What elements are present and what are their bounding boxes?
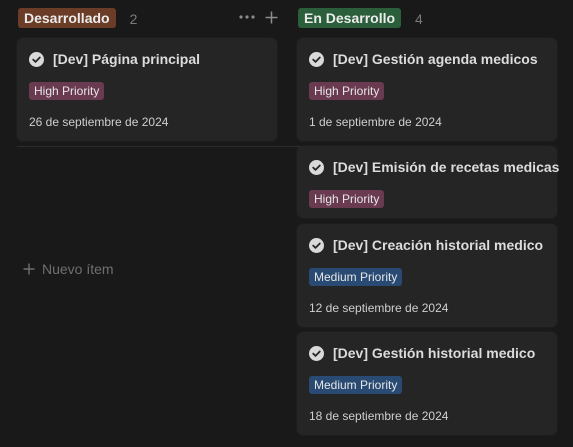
card-emision-recetas[interactable]: [Dev] Emisión de recetas medicas High Pr…: [297, 146, 559, 218]
priority-tag: High Priority: [309, 190, 385, 208]
column-header: En Desarrollo 4: [297, 0, 557, 36]
card-date: 26 de septiembre de 2024: [29, 115, 169, 129]
card-title: [Dev] Página principal: [29, 51, 200, 67]
priority-tag: Medium Priority: [309, 376, 403, 394]
more-horizontal-icon[interactable]: [238, 9, 256, 25]
card-title: [Dev] Gestión agenda medicos: [309, 51, 538, 67]
card-date: 18 de septiembre de 2024: [309, 409, 449, 423]
column-divider: [17, 146, 300, 147]
column-count: 2: [129, 10, 138, 27]
card-date: 12 de septiembre de 2024: [309, 301, 449, 315]
card-title-text: [Dev] Emisión de recetas medicas: [333, 159, 560, 175]
priority-tag: High Priority: [29, 82, 105, 100]
card-title-text: [Dev] Gestión historial medico: [333, 345, 536, 361]
column-desarrollado: Desarrollado 2 [Dev] Página principal Hi…: [17, 0, 300, 277]
status-pill-desarrollado[interactable]: Desarrollado: [18, 8, 116, 28]
card-title: [Dev] Emisión de recetas medicas: [309, 159, 559, 175]
plus-icon: [23, 263, 35, 275]
column-actions: [238, 9, 278, 25]
card-gestion-historial[interactable]: [Dev] Gestión historial medico Medium Pr…: [297, 332, 557, 435]
priority-tag: High Priority: [309, 82, 385, 100]
card-title-text: [Dev] Gestión agenda medicos: [333, 51, 538, 67]
card-date: 1 de septiembre de 2024: [309, 115, 442, 129]
check-circle-icon: [309, 345, 324, 361]
card-creacion-historial[interactable]: [Dev] Creación historial medico Medium P…: [297, 224, 557, 327]
new-item-button[interactable]: Nuevo ítem: [23, 261, 114, 277]
column-count: 4: [415, 10, 423, 27]
kanban-board: Desarrollado 2 [Dev] Página principal Hi…: [0, 0, 573, 447]
check-circle-icon: [29, 51, 44, 67]
column-header: Desarrollado 2: [17, 0, 283, 36]
priority-tag: Medium Priority: [309, 268, 403, 286]
card-title-text: [Dev] Creación historial medico: [333, 237, 544, 253]
check-circle-icon: [309, 159, 324, 175]
card-title: [Dev] Creación historial medico: [309, 237, 543, 253]
new-item-label: Nuevo ítem: [42, 261, 114, 277]
status-pill-en-desarrollo[interactable]: En Desarrollo: [298, 8, 402, 28]
card-title: [Dev] Gestión historial medico: [309, 345, 535, 361]
plus-icon[interactable]: [264, 9, 278, 25]
column-en-desarrollo: En Desarrollo 4 [Dev] Gestión agenda med…: [297, 0, 559, 435]
card-pagina-principal[interactable]: [Dev] Página principal High Priority 26 …: [17, 38, 277, 141]
card-title-text: [Dev] Página principal: [53, 51, 201, 67]
card-gestion-agenda[interactable]: [Dev] Gestión agenda medicos High Priori…: [297, 38, 557, 141]
check-circle-icon: [309, 237, 324, 253]
check-circle-icon: [309, 51, 324, 67]
